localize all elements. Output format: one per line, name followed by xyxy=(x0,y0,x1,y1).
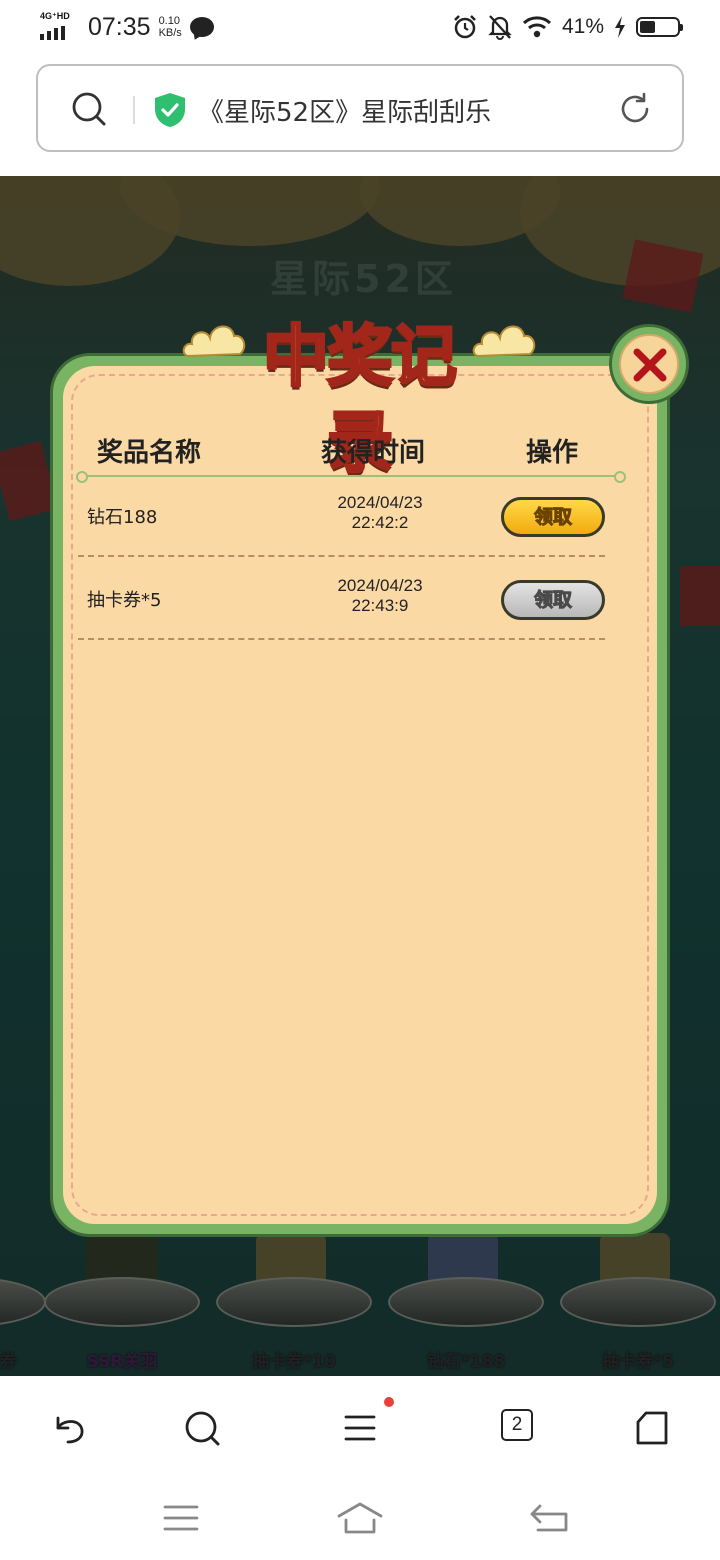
charging-icon xyxy=(615,16,625,38)
close-icon[interactable] xyxy=(624,339,676,391)
column-obtained-time: 获得时间 xyxy=(321,438,426,468)
search-icon[interactable] xyxy=(182,1408,222,1448)
menu-icon[interactable] xyxy=(340,1408,380,1448)
address-divider xyxy=(133,96,135,124)
browser-toolbar xyxy=(0,1376,720,1476)
tabs-button[interactable]: 2 xyxy=(501,1409,533,1441)
dialog-title: 中奖记录 xyxy=(262,317,459,483)
status-left: 4G⁺HD 07:35 0.10 KB/s xyxy=(40,12,214,42)
alarm-icon xyxy=(454,15,476,39)
signal-icon: 4G⁺HD xyxy=(40,12,74,42)
column-action: 操作 xyxy=(526,438,579,468)
dialog-title-banner: 中奖记录 xyxy=(236,314,482,483)
address-bar[interactable]: 《星际52区》星际刮刮乐 xyxy=(36,64,684,152)
recents-icon[interactable] xyxy=(162,1502,200,1534)
clock: 07:35 xyxy=(88,12,151,41)
prize-name: 抽卡券*5 xyxy=(87,590,162,611)
network-speed: 0.10 KB/s xyxy=(158,15,182,39)
close-button[interactable] xyxy=(609,324,689,404)
system-back-icon[interactable] xyxy=(528,1500,570,1534)
claim-button-disabled[interactable]: 领取 xyxy=(501,580,605,620)
wifi-icon xyxy=(522,16,551,38)
table-row: 钻石188 2024/04/23 22:42:2 领取 xyxy=(78,475,605,557)
notification-dot xyxy=(384,1397,394,1407)
battery-icon xyxy=(636,17,683,37)
mute-bell-icon xyxy=(488,15,512,40)
search-icon[interactable] xyxy=(70,90,108,128)
message-icon xyxy=(189,17,214,37)
battery-percent: 41% xyxy=(561,15,604,38)
prize-name: 钻石188 xyxy=(87,507,158,528)
status-right: 41% xyxy=(452,14,683,40)
obtained-time: 2024/04/23 22:43:9 xyxy=(337,576,423,615)
system-navigation-bar xyxy=(0,1476,720,1560)
obtained-time: 2024/04/23 22:42:2 xyxy=(337,493,423,532)
battery-level xyxy=(640,21,655,33)
reload-icon[interactable] xyxy=(616,90,654,128)
page-title[interactable]: 《星际52区》星际刮刮乐 xyxy=(198,92,491,129)
system-home-icon[interactable] xyxy=(336,1500,384,1536)
column-prize-name: 奖品名称 xyxy=(97,438,202,468)
status-bar: 4G⁺HD 07:35 0.10 KB/s 41% xyxy=(0,0,720,58)
records-table-header: 奖品名称 获得时间 操作 xyxy=(78,432,628,476)
back-icon[interactable] xyxy=(48,1408,88,1448)
home-icon[interactable] xyxy=(632,1408,672,1448)
shield-check-icon xyxy=(155,93,185,127)
table-row: 抽卡券*5 2024/04/23 22:43:9 领取 xyxy=(78,558,605,640)
claim-button[interactable]: 领取 xyxy=(501,497,605,537)
